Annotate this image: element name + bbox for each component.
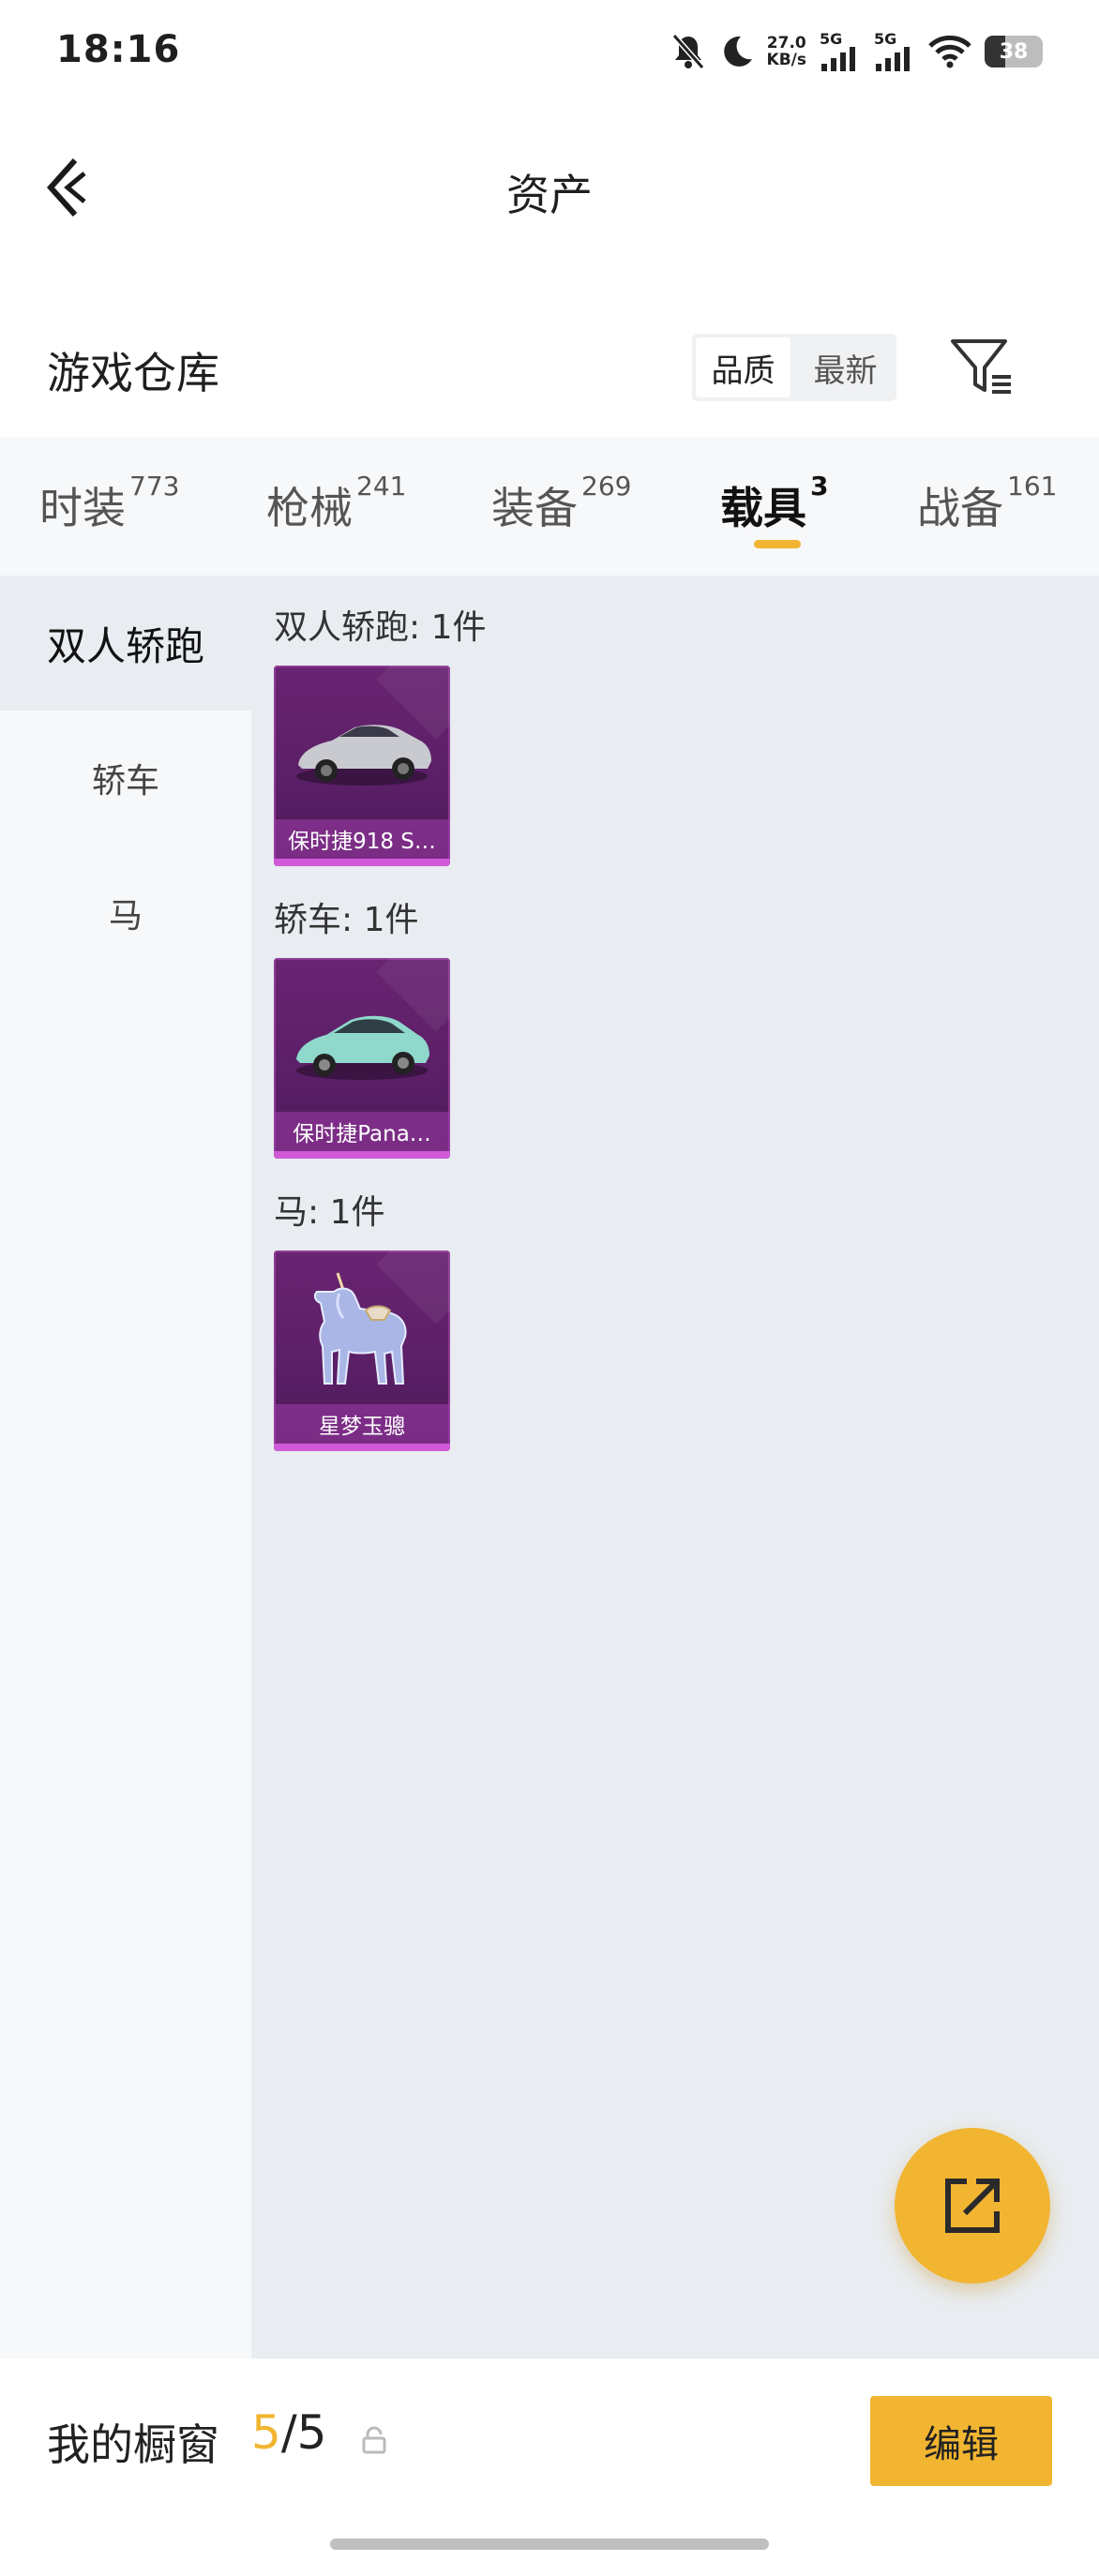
item-card[interactable]: 保时捷Pana… — [274, 958, 450, 1159]
item-card[interactable]: 保时捷918 S… — [274, 666, 450, 866]
section-title: 游戏仓库 — [47, 348, 219, 398]
sidebar-item-sedan[interactable]: 轿车 — [0, 711, 251, 846]
signal-bars-icon — [876, 47, 910, 71]
silver-sports-car-icon — [296, 725, 431, 786]
lock-icon — [362, 2426, 386, 2454]
signal-2: 5G — [874, 32, 915, 71]
sidebar-item-horse[interactable]: 马 — [0, 846, 251, 981]
group-label: 双人轿跑: 1件 — [274, 608, 487, 647]
wifi-icon — [928, 35, 971, 68]
tab-vehicles[interactable]: 载具 3 — [720, 471, 828, 536]
subcategory-sidebar: 双人轿跑 轿车 马 — [0, 576, 251, 2359]
moon-icon — [723, 36, 752, 67]
sort-toggle: 品质 最新 — [692, 334, 896, 401]
showcase-bar: 我的橱窗 5/5 编辑 — [0, 2359, 1099, 2576]
page-title: 资产 — [506, 170, 593, 220]
item-name: 星梦玉骢 — [274, 1404, 450, 1444]
home-indicator[interactable] — [330, 2539, 769, 2550]
tab-firearms[interactable]: 枪械 241 — [266, 471, 406, 536]
showcase-label: 我的橱窗 — [47, 2419, 219, 2470]
edit-button[interactable]: 编辑 — [870, 2396, 1052, 2486]
item-card[interactable]: 星梦玉骢 — [274, 1251, 450, 1451]
external-share-icon — [945, 2179, 1000, 2233]
sort-quality-option[interactable]: 品质 — [696, 337, 790, 397]
mute-bell-icon — [671, 34, 704, 69]
sort-newest-option[interactable]: 最新 — [798, 337, 893, 397]
group-label: 轿车: 1件 — [274, 901, 419, 939]
tab-equipment[interactable]: 装备 269 — [491, 471, 631, 536]
sidebar-item-coupe[interactable]: 双人轿跑 — [0, 576, 251, 711]
tab-combat-gear[interactable]: 战备 161 — [917, 471, 1057, 536]
inventory-content: 双人轿跑: 1件 保时捷918 S… 轿车: 1件 保时捷Pana… 马: 1件 — [251, 576, 1099, 2359]
item-name: 保时捷918 S… — [274, 819, 450, 859]
group-label: 马: 1件 — [274, 1193, 385, 1232]
active-tab-indicator — [754, 540, 801, 548]
battery-indicator: 38 — [985, 36, 1043, 67]
item-name: 保时捷Pana… — [274, 1112, 450, 1151]
signal-bars-icon — [821, 47, 855, 71]
status-icons: 27.0 KB/s 5G 5G 38 — [671, 32, 1043, 71]
share-fab-button[interactable] — [895, 2128, 1050, 2284]
net-speed: 27.0 KB/s — [766, 34, 806, 69]
tab-fashion[interactable]: 时装 773 — [39, 471, 179, 536]
crystal-unicorn-horse-icon — [313, 1272, 407, 1385]
mint-sedan-car-icon — [296, 1015, 429, 1080]
showcase-count: 5/5 — [251, 2405, 327, 2460]
category-tabs: 时装 773 枪械 241 装备 269 载具 3 战备 161 — [0, 437, 1099, 576]
status-time: 18:16 — [56, 28, 181, 71]
signal-1: 5G — [820, 32, 861, 71]
filter-icon[interactable] — [947, 334, 1022, 399]
